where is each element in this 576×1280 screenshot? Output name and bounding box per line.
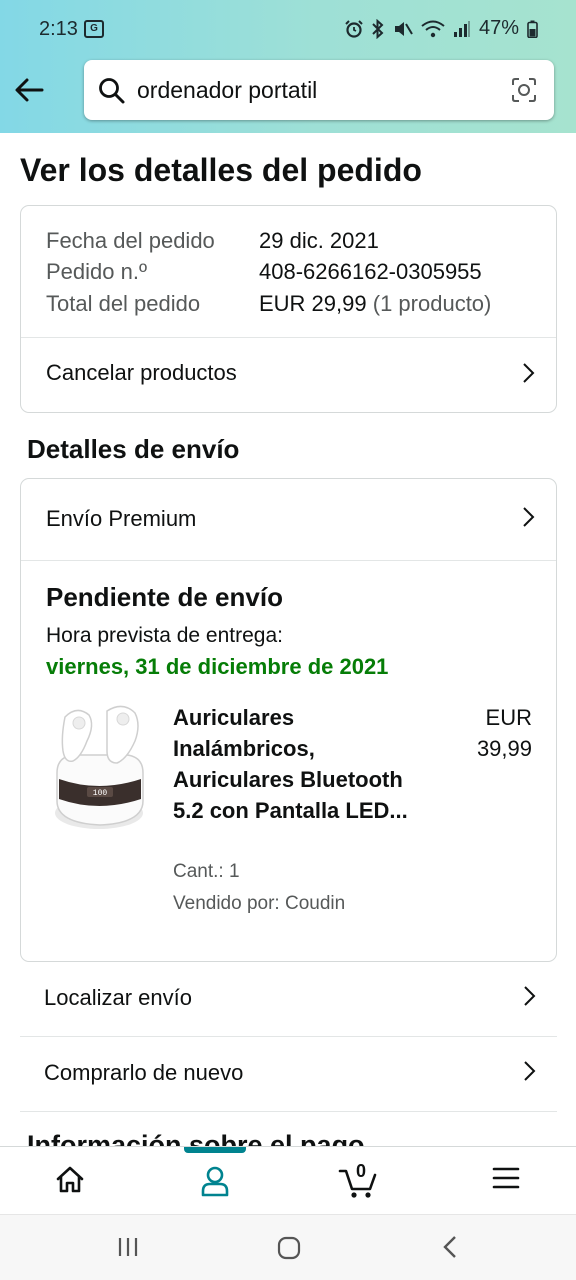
- signal-icon: [453, 20, 470, 37]
- order-number-label: Pedido n.º: [46, 259, 147, 284]
- nav-home[interactable]: [25, 1147, 115, 1215]
- home-icon: [56, 1166, 84, 1193]
- chevron-right-icon: [523, 363, 535, 383]
- search-icon: [99, 78, 125, 104]
- cancel-products-label: Cancelar productos: [46, 360, 237, 385]
- chevron-right-icon: [524, 1061, 536, 1081]
- product-image[interactable]: 100: [43, 701, 153, 841]
- track-package-link[interactable]: Localizar envío: [20, 962, 557, 1037]
- product-title[interactable]: Auriculares Inalámbricos, Auriculares Bl…: [173, 702, 413, 826]
- wifi-icon: [421, 20, 445, 37]
- back-button[interactable]: [14, 76, 48, 106]
- status-bar: 2:13 G 47%: [0, 0, 576, 60]
- recent-apps-icon[interactable]: [116, 1235, 140, 1259]
- system-nav-bar: [0, 1214, 576, 1280]
- shipment-status: Pendiente de envío: [46, 582, 283, 612]
- eta-date: viernes, 31 de diciembre de 2021: [46, 654, 389, 679]
- divider: [21, 560, 556, 561]
- page-title: Ver los detalles del pedido: [20, 152, 422, 188]
- cart-icon: [338, 1169, 377, 1198]
- battery-icon: [527, 20, 538, 38]
- product-price: EUR 39,99: [476, 705, 532, 761]
- chevron-right-icon: [524, 986, 536, 1006]
- app-header: 2:13 G 47%: [0, 0, 576, 133]
- shipping-section-title: Detalles de envío: [27, 434, 240, 464]
- nav-account[interactable]: [170, 1147, 260, 1215]
- translate-icon: G: [84, 20, 104, 38]
- search-bar[interactable]: [84, 60, 554, 120]
- order-summary-card: Fecha del pedido 29 dic. 2021 Pedido n.º…: [20, 205, 557, 413]
- shipping-method-label: Envío Premium: [46, 506, 197, 531]
- bluetooth-icon: [372, 18, 384, 39]
- status-time: 2:13: [39, 18, 78, 40]
- order-item-count: (1 producto): [372, 291, 492, 316]
- account-icon: [201, 1166, 229, 1197]
- order-number-value: 408-6266162-0305955: [259, 259, 482, 284]
- arrow-left-icon: [15, 78, 44, 102]
- track-package-label: Localizar envío: [44, 985, 192, 1010]
- order-total-value: EUR 29,99: [259, 291, 367, 316]
- search-input[interactable]: [137, 72, 497, 108]
- mute-icon: [394, 21, 413, 36]
- product-quantity: Cant.: 1: [173, 861, 240, 882]
- product-seller: Vendido por: Coudin: [173, 893, 346, 914]
- chevron-right-icon: [523, 507, 535, 527]
- nav-menu[interactable]: [461, 1147, 551, 1215]
- shipment-card: Envío Premium Pendiente de envío Hora pr…: [20, 478, 557, 962]
- order-date-label: Fecha del pedido: [46, 228, 215, 253]
- status-icons: 47%: [345, 17, 538, 40]
- cancel-products-link[interactable]: Cancelar productos: [21, 338, 556, 413]
- order-total-label: Total del pedido: [46, 291, 201, 316]
- camera-scan-icon[interactable]: [511, 77, 537, 103]
- home-button-icon[interactable]: [276, 1235, 302, 1261]
- buy-again-label: Comprarlo de nuevo: [44, 1060, 244, 1085]
- order-date-value: 29 dic. 2021: [259, 228, 379, 253]
- eta-label: Hora prevista de entrega:: [46, 624, 283, 647]
- nav-cart[interactable]: 0: [313, 1147, 403, 1215]
- menu-icon: [492, 1167, 520, 1189]
- buy-again-link[interactable]: Comprarlo de nuevo: [20, 1037, 557, 1112]
- bottom-nav: 0: [0, 1146, 576, 1214]
- order-total: EUR 29,99 (1 producto): [259, 291, 491, 317]
- earbuds-image: 100: [55, 705, 144, 829]
- shipping-method-link[interactable]: Envío Premium: [21, 479, 556, 560]
- battery-percent: 47%: [478, 17, 519, 39]
- back-nav-icon[interactable]: [440, 1235, 460, 1259]
- alarm-icon: [345, 19, 363, 38]
- svg-text:100: 100: [93, 789, 108, 798]
